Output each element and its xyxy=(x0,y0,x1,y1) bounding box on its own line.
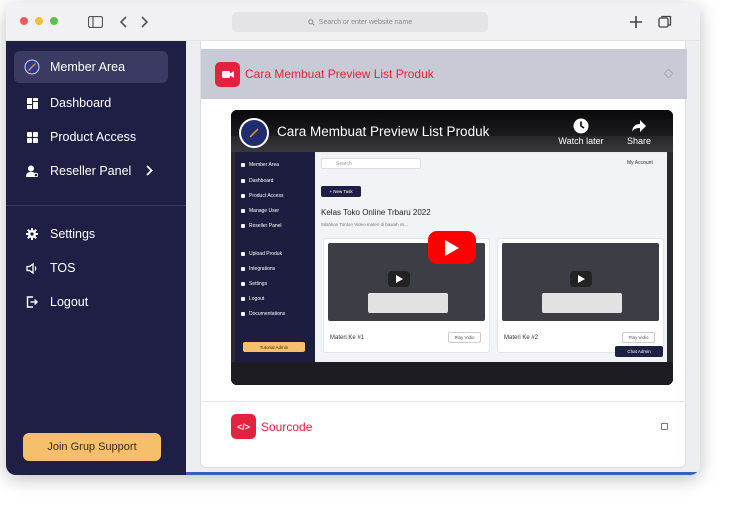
watch-later-label: Watch later xyxy=(558,136,604,146)
video-nav-item: Documentations xyxy=(241,311,285,317)
sidebar-item-member-area[interactable]: Member Area xyxy=(14,51,168,83)
sidebar-item-tos[interactable]: TOS xyxy=(14,252,168,284)
video-nav-item: Settings xyxy=(241,281,267,287)
product-access-icon xyxy=(24,129,40,145)
sidebar-toggle-icon[interactable] xyxy=(86,12,104,32)
reseller-icon xyxy=(24,163,40,179)
video-lesson-title: Materi Ke #2 xyxy=(504,335,539,341)
code-icon: </> xyxy=(231,414,256,439)
address-bar[interactable]: Search or enter website name xyxy=(232,12,488,32)
play-icon xyxy=(445,239,459,256)
video-account-label: My Account xyxy=(627,160,653,166)
share-label: Share xyxy=(626,136,652,146)
video-title[interactable]: Cara Membuat Preview List Produk xyxy=(277,124,489,139)
channel-avatar-icon[interactable] xyxy=(239,118,269,148)
video-nav-item: Upload Produk xyxy=(241,251,282,257)
new-tab-icon[interactable] xyxy=(628,12,644,32)
video-chat-admin: Chat Admin xyxy=(615,346,663,357)
video-subheading: Silahkan Tonton Video materi di bawah in… xyxy=(321,222,409,227)
video-new-task-button: + New Task xyxy=(321,186,361,197)
video-search-box: Search xyxy=(321,158,421,169)
youtube-play-button[interactable] xyxy=(428,231,476,264)
sourcecode-title: Sourcode xyxy=(261,419,313,434)
video-play-button: Play Vidio xyxy=(622,332,655,343)
lesson-header-sourcecode[interactable]: </> Sourcode xyxy=(201,401,687,451)
sidebar-divider xyxy=(6,205,186,206)
video-lesson-thumbnail xyxy=(502,243,659,321)
maximize-window-button[interactable] xyxy=(50,17,58,25)
watch-later-button[interactable]: Watch later xyxy=(553,118,609,152)
video-frame: Member Area Dashboard Product Access Man… xyxy=(231,110,673,385)
share-arrow-icon xyxy=(632,120,646,132)
video-camera-icon xyxy=(215,61,240,87)
video-play-button: Play Vidio xyxy=(448,332,481,343)
sidebar-item-label: Product Access xyxy=(50,130,137,144)
expand-icon[interactable] xyxy=(661,423,668,430)
video-lesson-title: Materi Ke #1 xyxy=(330,335,365,341)
chevron-right-icon xyxy=(146,165,153,179)
content-card: Cara Membuat Preview List Produk Member … xyxy=(200,41,687,468)
video-main-area: Search My Account + New Task Kelas Toko … xyxy=(315,152,667,362)
member-logo-icon xyxy=(24,59,40,75)
sidebar-item-settings[interactable]: Settings xyxy=(14,218,168,250)
sidebar-item-label: Reseller Panel xyxy=(50,164,132,178)
video-tutorial-button: Tutorial Admin xyxy=(243,342,305,352)
join-group-support-button[interactable]: Join Grup Support xyxy=(23,433,161,461)
video-nav-item: Logout xyxy=(241,296,264,302)
logout-icon xyxy=(24,294,40,310)
video-nav-item: Integrations xyxy=(241,266,275,272)
sidebar: Member Area Dashboard Product Access Res… xyxy=(6,41,186,475)
sidebar-item-label: Logout xyxy=(50,295,89,309)
video-nav-item: Product Access xyxy=(241,193,283,199)
video-nav-item: Member Area xyxy=(241,162,279,168)
sidebar-item-logout[interactable]: Logout xyxy=(14,286,168,318)
dashboard-icon xyxy=(24,95,40,111)
lesson-title: Cara Membuat Preview List Produk xyxy=(245,67,434,81)
minimize-window-button[interactable] xyxy=(35,17,43,25)
main-content: Cara Membuat Preview List Produk Member … xyxy=(186,41,700,475)
sidebar-item-label: Member Area xyxy=(50,60,126,74)
video-nav-item: Reseller Panel xyxy=(241,223,282,229)
video-nav-item: Dashboard xyxy=(241,178,273,184)
forward-icon[interactable] xyxy=(138,12,152,32)
sidebar-item-label: Settings xyxy=(50,227,96,241)
browser-titlebar: Search or enter website name xyxy=(6,3,700,41)
close-window-button[interactable] xyxy=(20,17,28,25)
video-nav-item: Manage User xyxy=(241,208,279,214)
video-lesson-card: Materi Ke #2 Play Vidio xyxy=(497,238,664,353)
video-taskbar xyxy=(231,362,673,385)
sidebar-item-product-access[interactable]: Product Access xyxy=(14,121,168,153)
content-bottom-border xyxy=(186,472,700,475)
collapse-icon[interactable] xyxy=(663,68,674,79)
speaker-icon xyxy=(24,260,40,276)
sidebar-item-label: Dashboard xyxy=(50,96,112,110)
lesson-header-video[interactable]: Cara Membuat Preview List Produk xyxy=(201,49,687,99)
gear-icon xyxy=(24,226,40,242)
share-button[interactable]: Share xyxy=(621,118,657,152)
video-player[interactable]: Member Area Dashboard Product Access Man… xyxy=(231,110,673,385)
sidebar-item-reseller-panel[interactable]: Reseller Panel xyxy=(14,155,168,187)
video-heading: Kelas Toko Online Trbaru 2022 xyxy=(321,208,431,217)
sidebar-item-label: TOS xyxy=(50,261,76,275)
back-icon[interactable] xyxy=(116,12,130,32)
tab-overview-icon[interactable] xyxy=(657,12,673,32)
video-sidebar: Member Area Dashboard Product Access Man… xyxy=(235,152,315,362)
sidebar-item-dashboard[interactable]: Dashboard xyxy=(14,87,168,119)
clock-icon xyxy=(573,118,589,134)
address-bar-placeholder: Search or enter website name xyxy=(318,18,413,26)
search-icon xyxy=(308,18,315,26)
browser-window: Search or enter website name Member Area… xyxy=(6,3,700,475)
